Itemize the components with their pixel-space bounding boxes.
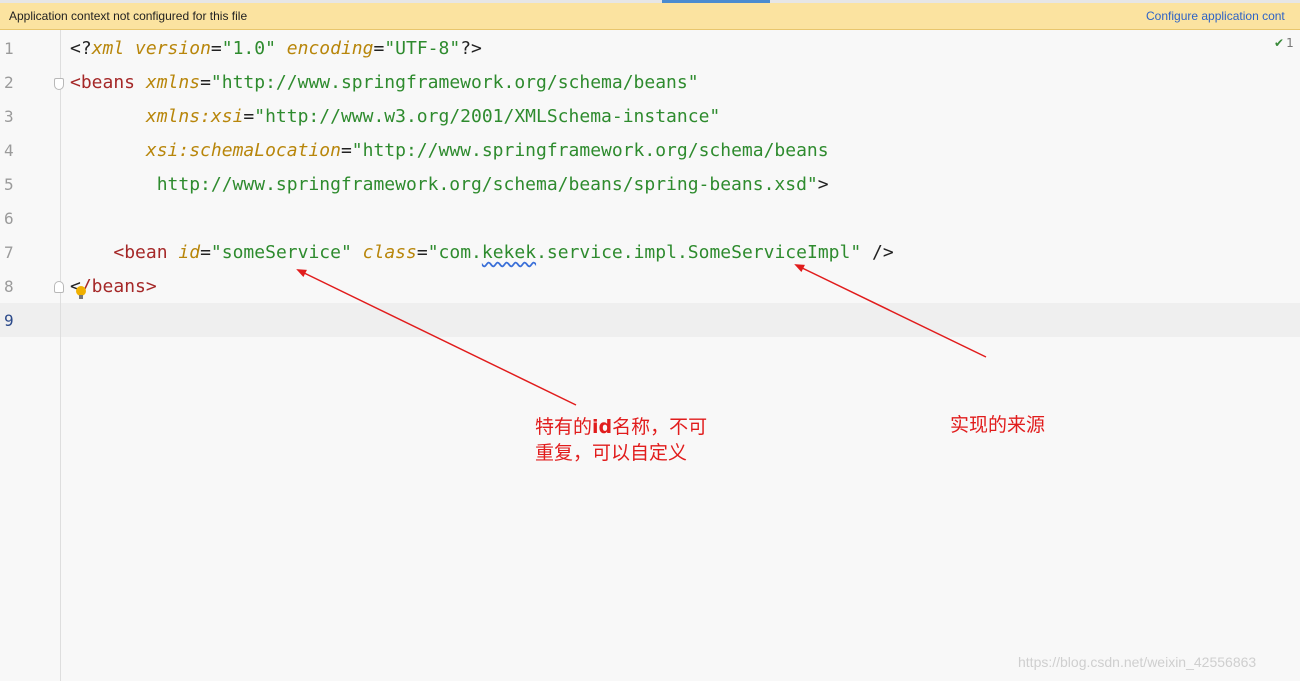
- watermark: https://blog.csdn.net/weixin_42556863: [1018, 654, 1257, 670]
- arrow-to-class: [794, 264, 987, 358]
- annotation-id-note: 特有的id名称，不可 重复，可以自定义: [535, 416, 708, 464]
- arrow-to-id: [296, 269, 577, 406]
- annotation-class-note: 实现的来源: [950, 414, 1046, 436]
- annotation-arrows: [296, 264, 987, 406]
